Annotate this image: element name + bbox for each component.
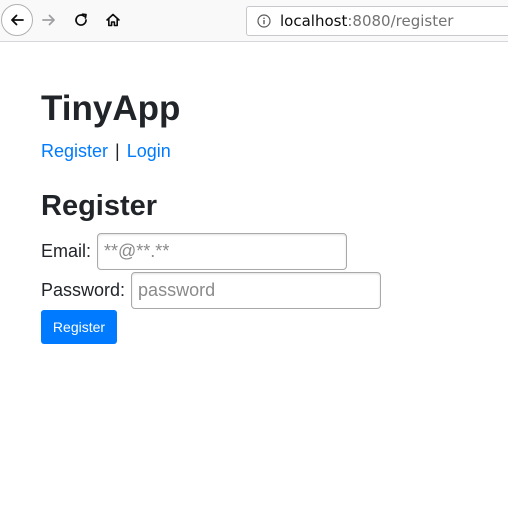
reload-button[interactable] [66, 5, 96, 35]
home-icon [106, 13, 120, 27]
auth-nav: Register | Login [41, 140, 171, 162]
register-button[interactable]: Register [41, 310, 117, 344]
app-title: TinyApp [41, 89, 181, 128]
register-heading: Register [41, 190, 158, 222]
reload-icon [75, 13, 87, 26]
url-host: localhost [280, 12, 348, 30]
url-text: localhost:8080/register [280, 12, 453, 30]
info-icon[interactable] [257, 14, 271, 28]
browser-toolbar: localhost:8080/register [0, 0, 508, 42]
back-arrow-icon [11, 14, 24, 26]
password-field[interactable] [131, 272, 382, 309]
email-row: Email: [41, 233, 348, 270]
register-link[interactable]: Register [41, 141, 108, 161]
email-label: Email: [41, 241, 92, 261]
nav-separator: | [115, 141, 120, 161]
password-label: Password: [41, 280, 126, 300]
password-row: Password: [41, 272, 382, 309]
forward-arrow-icon [42, 14, 55, 26]
back-button[interactable] [1, 4, 33, 36]
login-link[interactable]: Login [127, 141, 171, 161]
url-path: :8080/register [347, 12, 454, 30]
home-button[interactable] [98, 5, 128, 35]
address-bar[interactable]: localhost:8080/register [246, 6, 508, 36]
forward-button[interactable] [34, 5, 64, 35]
email-field[interactable] [97, 233, 348, 270]
